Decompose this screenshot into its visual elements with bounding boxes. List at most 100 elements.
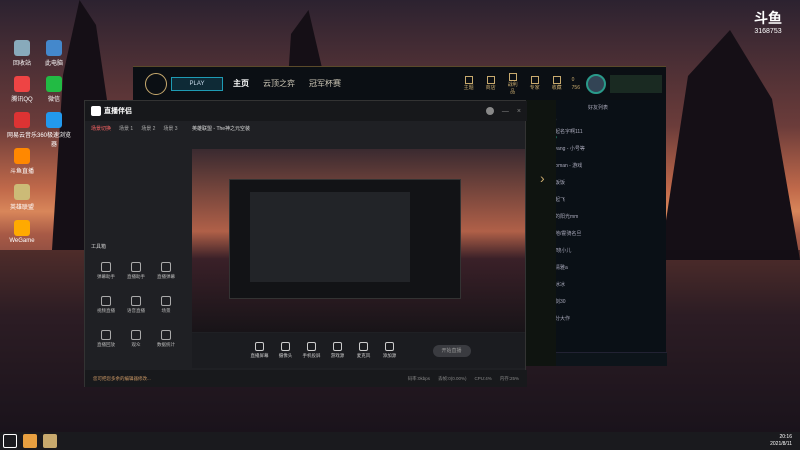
app-icon <box>14 76 30 92</box>
lol-left-strip: › <box>526 100 556 366</box>
nav-tft[interactable]: 云顶之弈 <box>263 78 295 89</box>
cpu-usage: CPU:4% <box>474 376 492 381</box>
app-icon <box>14 184 30 200</box>
user-avatar[interactable] <box>485 107 494 115</box>
nav-home[interactable]: 主页 <box>233 78 249 89</box>
tool-item[interactable]: 直播助手 <box>121 259 151 293</box>
app-icon <box>14 40 30 56</box>
tool-icon <box>101 330 111 340</box>
tab-scene-1[interactable]: 场景 1 <box>119 125 133 132</box>
desktop-icon[interactable]: 网易云音乐 <box>4 112 40 139</box>
desktop-icon[interactable]: 英雄联盟 <box>4 184 40 211</box>
theme-icon <box>464 76 473 84</box>
start-stream-button[interactable]: 开始直播 <box>432 344 471 357</box>
source-button[interactable]: 游戏源 <box>325 342 351 359</box>
source-button[interactable]: 麦克风 <box>351 342 377 359</box>
tool-icon <box>131 330 141 340</box>
tool-icon <box>161 262 171 272</box>
nav-collection[interactable]: 收藏 <box>550 76 564 91</box>
nav-expert[interactable]: 专家 <box>528 76 542 91</box>
lol-logo-icon <box>145 72 167 95</box>
tool-item[interactable]: 视频直播 <box>91 293 121 327</box>
nested-window <box>250 192 410 282</box>
stream-title[interactable]: 英雄联盟 - The神之元空装 <box>192 125 250 132</box>
tab-scene-2[interactable]: 场景 2 <box>141 125 155 132</box>
tool-label: 直播助手 <box>127 274 145 279</box>
desktop-icon-label: 斗鱼直播 <box>9 169 34 175</box>
desktop-icon[interactable]: 360极速浏览器 <box>36 112 72 148</box>
app-icon <box>46 76 62 92</box>
desktop-icon-label: WeGame <box>9 238 35 244</box>
source-button[interactable]: 直播屏幕 <box>247 342 273 359</box>
source-icon <box>333 342 342 351</box>
desktop-icon[interactable]: 此电脑 <box>36 40 72 67</box>
expert-icon <box>530 76 539 84</box>
loot-icon <box>508 72 517 81</box>
taskbar-lol-icon[interactable] <box>43 434 57 448</box>
tool-item[interactable]: 观众 <box>121 327 151 361</box>
tool-item[interactable]: 直播回放 <box>91 327 121 361</box>
source-label: 添加源 <box>382 353 397 358</box>
chevron-right-icon[interactable]: › <box>540 170 545 186</box>
source-label: 直播屏幕 <box>250 353 269 358</box>
source-icon <box>385 342 394 351</box>
desktop-icon[interactable]: 微信 <box>36 76 72 103</box>
play-button[interactable]: PLAY <box>171 76 223 91</box>
tab-scene-switch[interactable]: 场景切换 <box>91 125 111 132</box>
source-button[interactable]: 摄像头 <box>273 342 299 359</box>
source-label: 麦克风 <box>356 353 371 358</box>
nav-loot[interactable]: 战利品 <box>506 72 520 95</box>
scene-tabs: 场景切换 场景 1 场景 2 场景 3 <box>91 125 186 132</box>
nav-clash[interactable]: 冠军杯赛 <box>309 78 341 89</box>
source-button[interactable]: 添加源 <box>377 342 403 359</box>
close-icon[interactable]: × <box>517 108 521 115</box>
desktop-icon[interactable]: 腾讯QQ <box>4 76 40 103</box>
toolbox: 弹幕助手 直播助手 直播弹幕视频直播 语音直播 场景直播回放 观众 数据统计 <box>91 259 183 361</box>
taskbar-app-icon[interactable] <box>23 434 37 448</box>
collection-icon <box>552 76 561 84</box>
tool-label: 视频直播 <box>97 308 115 313</box>
douyu-watermark: 斗鱼 3168753 <box>744 8 792 35</box>
stream-preview <box>192 149 525 332</box>
desktop-icon[interactable]: 回收站 <box>4 40 40 67</box>
tool-item[interactable]: 直播弹幕 <box>151 259 181 293</box>
tool-item[interactable]: 语音直播 <box>121 293 151 327</box>
desktop-icon-label: 360极速浏览器 <box>36 133 71 148</box>
lol-client-header: PLAY 主页 云顶之弈 冠军杯赛 主题 商店 战利品 专家 收藏 0 756 <box>133 66 666 100</box>
source-label: 手机投屏 <box>302 353 321 358</box>
tool-label: 观众 <box>131 342 141 347</box>
memory-usage: 内存:25% <box>499 375 519 381</box>
tool-item[interactable]: 数据统计 <box>151 327 181 361</box>
nav-store[interactable]: 商店 <box>484 76 498 91</box>
desktop-icon[interactable]: WeGame <box>4 220 40 244</box>
tool-label: 语音直播 <box>127 308 145 313</box>
source-button[interactable]: 手机投屏 <box>299 342 325 359</box>
source-toolbar: 直播屏幕 摄像头 手机投屏 游戏源 麦克风 添加源 开始直播 <box>192 333 525 368</box>
app-title: 直播伴侣 <box>104 108 132 115</box>
app-icon <box>14 112 30 128</box>
tool-label: 弹幕助手 <box>97 274 115 279</box>
clock[interactable]: 20:16 2021/8/11 <box>770 434 792 448</box>
desktop-icon[interactable]: 斗鱼直播 <box>4 148 40 175</box>
desktop-icon-label: 腾讯QQ <box>11 97 33 103</box>
tool-icon <box>161 330 171 340</box>
currency: 0 756 <box>571 76 580 91</box>
tool-icon <box>161 296 171 306</box>
taskbar: 20:16 2021/8/11 <box>0 432 800 450</box>
source-icon <box>255 342 264 351</box>
tool-item[interactable]: 场景 <box>151 293 181 327</box>
store-icon <box>486 76 495 84</box>
minimize-icon[interactable]: — <box>502 108 509 115</box>
tool-label: 场景 <box>161 308 171 313</box>
windows-start-icon[interactable] <box>3 434 17 448</box>
avatar[interactable] <box>586 73 606 94</box>
status-bar: 您可把您多余的编辑器修改... 码率:0kbps 丢帧:0(0.00%) CPU… <box>85 370 527 387</box>
desktop-icon-label: 英雄联盟 <box>9 205 34 211</box>
tool-icon <box>131 296 141 306</box>
source-label: 摄像头 <box>278 353 293 358</box>
tool-item[interactable]: 弹幕助手 <box>91 259 121 293</box>
desktop: 回收站 此电脑 腾讯QQ 微信 网易云音乐 360极速浏览器 斗鱼直播 英雄联盟 WeGame … <box>0 0 800 450</box>
app-icon <box>14 148 30 164</box>
tab-scene-3[interactable]: 场景 3 <box>163 125 177 132</box>
nav-theme[interactable]: 主题 <box>462 76 476 91</box>
